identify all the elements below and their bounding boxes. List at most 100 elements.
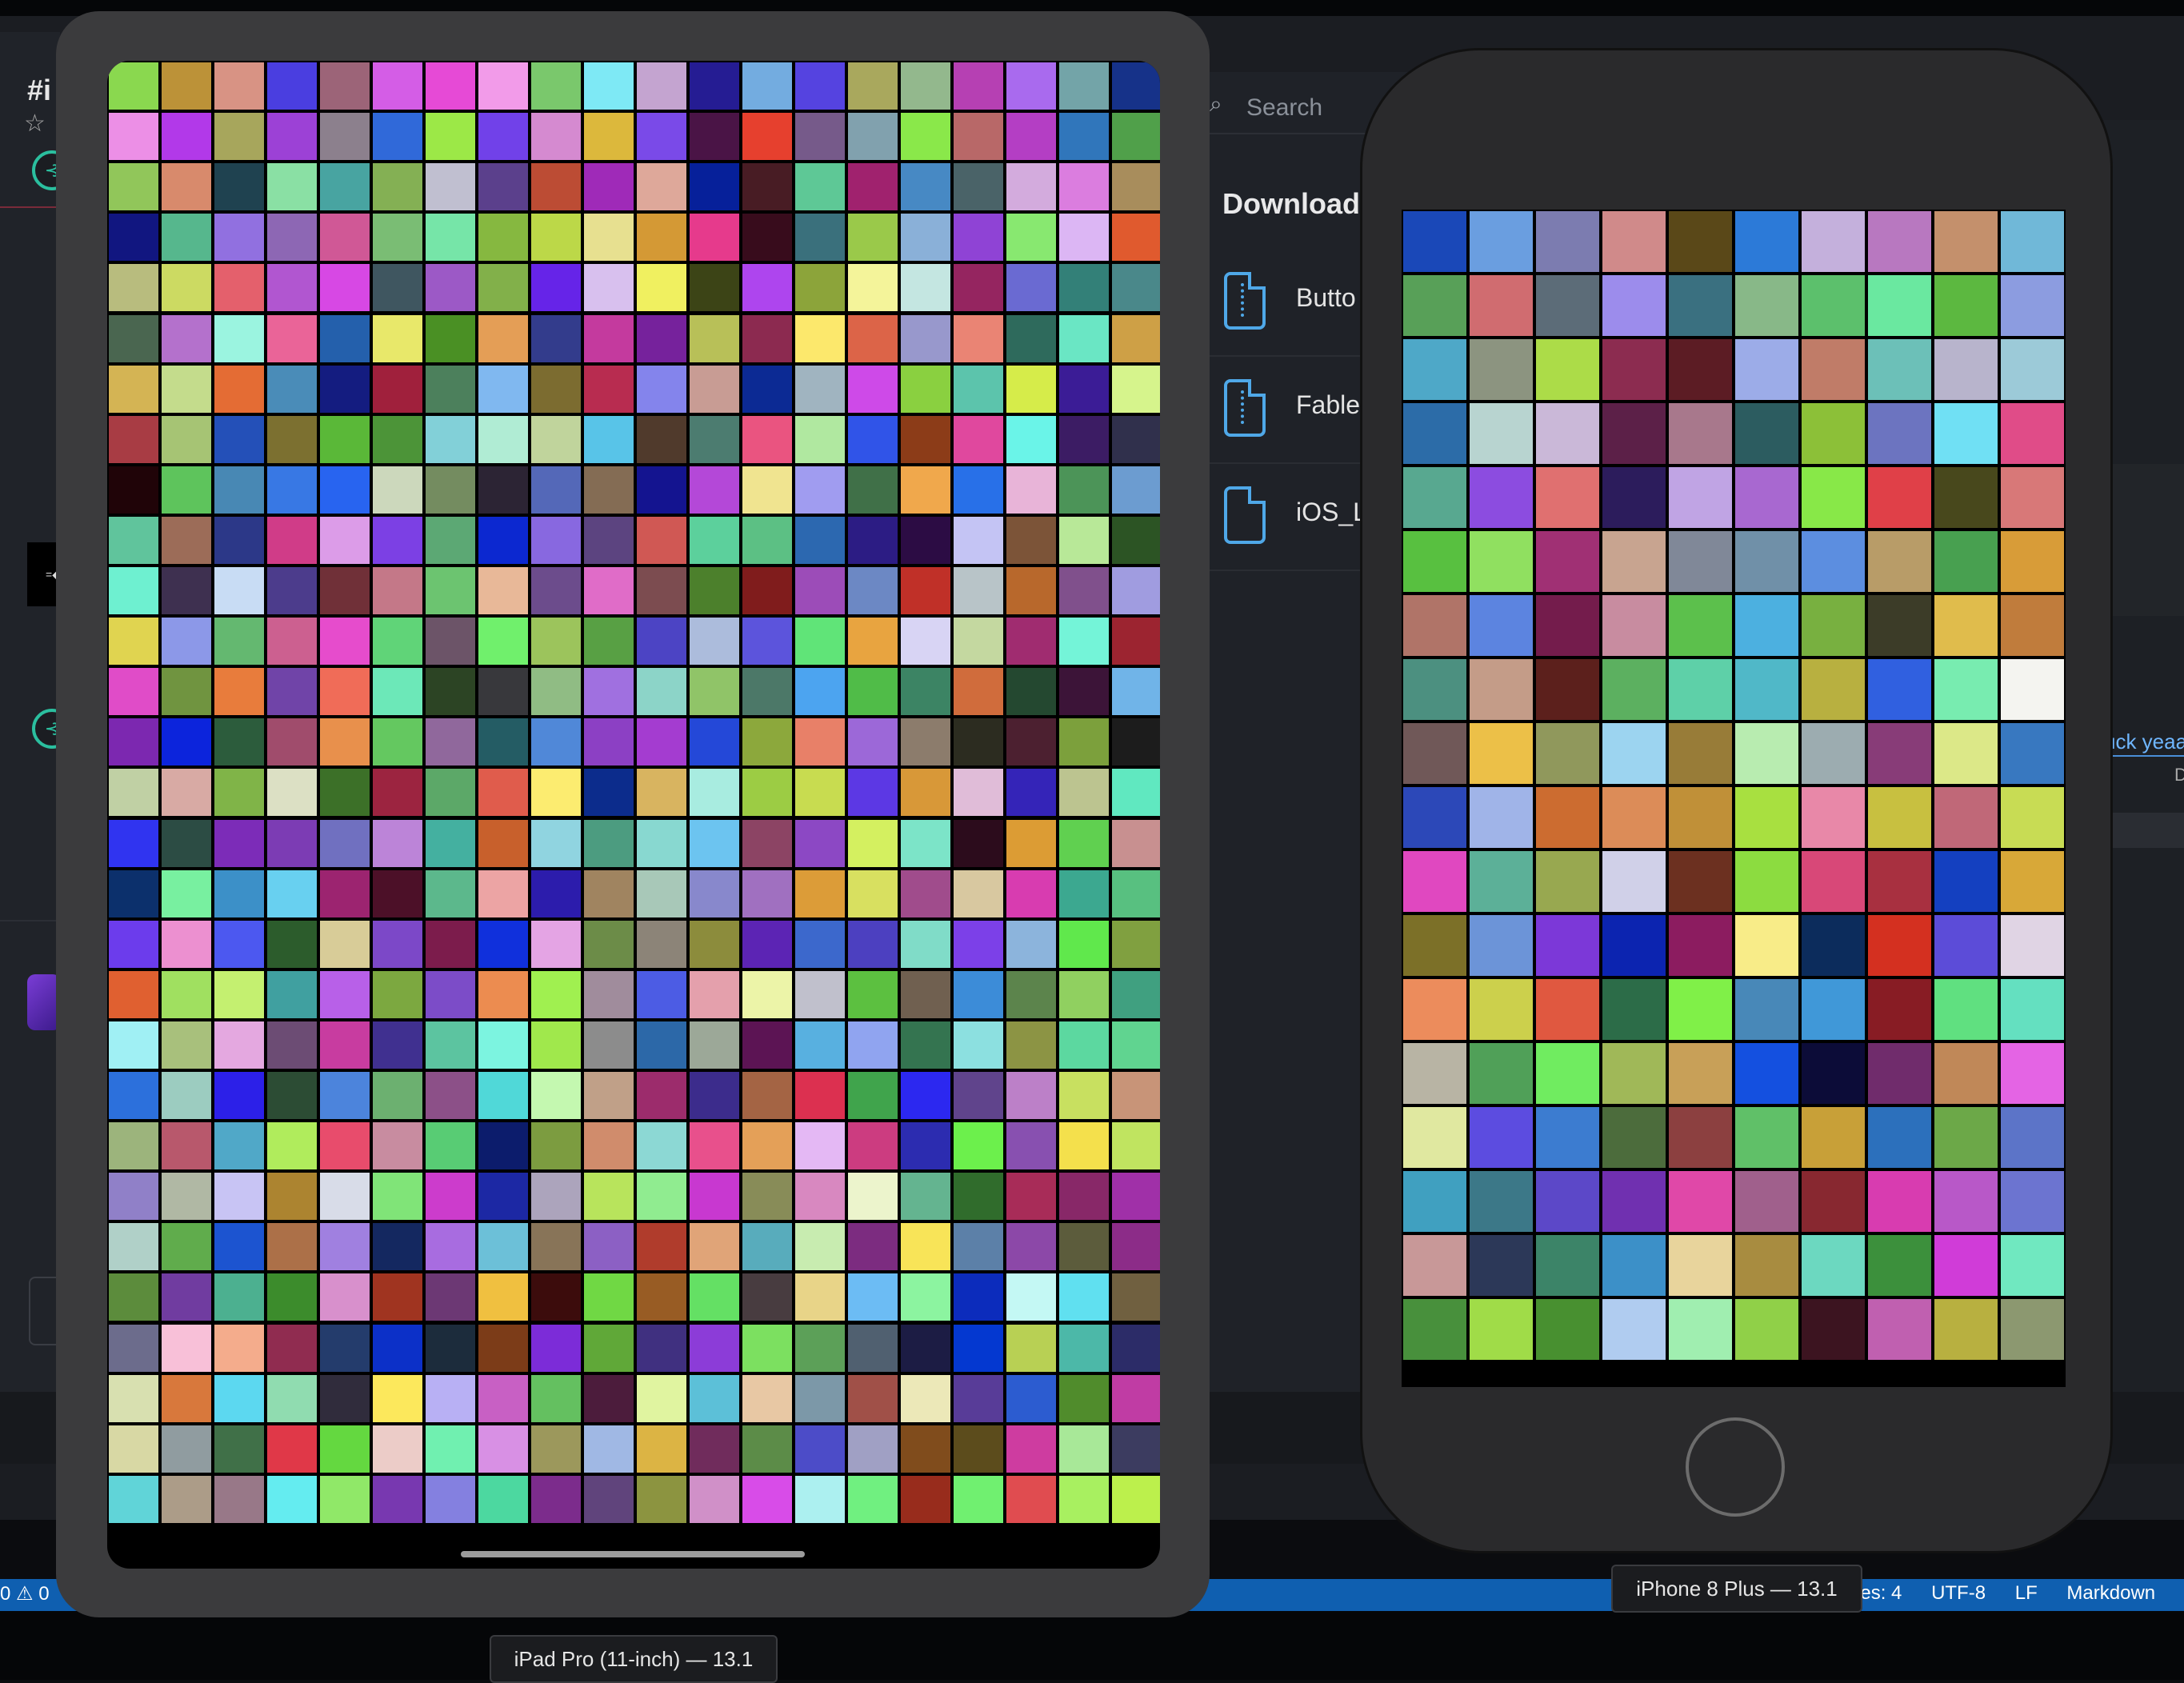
color-cell bbox=[109, 920, 158, 968]
home-indicator[interactable] bbox=[461, 1551, 805, 1557]
color-cell bbox=[848, 62, 898, 110]
color-cell bbox=[1602, 1171, 1666, 1232]
color-cell bbox=[214, 214, 264, 262]
color-cell bbox=[1112, 618, 1160, 666]
channel-title[interactable]: #i bbox=[27, 74, 51, 107]
message-link[interactable]: uck yeaa bbox=[2104, 730, 2184, 754]
color-cell bbox=[584, 1072, 634, 1120]
color-cell bbox=[1112, 466, 1160, 514]
color-cell bbox=[1112, 62, 1160, 110]
color-cell bbox=[954, 1374, 1003, 1422]
color-cell bbox=[1403, 339, 1466, 400]
sidebar-divider bbox=[0, 920, 60, 921]
color-cell bbox=[690, 1475, 739, 1523]
color-cell bbox=[531, 365, 581, 413]
color-cell bbox=[795, 869, 845, 917]
color-cell bbox=[1802, 851, 1865, 912]
color-cell bbox=[373, 214, 422, 262]
color-cell bbox=[742, 365, 792, 413]
color-cell bbox=[901, 314, 950, 362]
color-cell bbox=[1112, 365, 1160, 413]
color-cell bbox=[478, 718, 528, 766]
ipad-screen[interactable] bbox=[107, 61, 1160, 1569]
color-cell bbox=[162, 819, 211, 867]
color-cell bbox=[109, 365, 158, 413]
color-cell bbox=[373, 62, 422, 110]
color-cell bbox=[1536, 275, 1599, 336]
color-cell bbox=[1602, 1043, 1666, 1104]
color-cell bbox=[1536, 1171, 1599, 1232]
right-input-bar[interactable] bbox=[2104, 813, 2184, 848]
color-cell bbox=[1059, 1122, 1109, 1170]
color-cell bbox=[1934, 1043, 1998, 1104]
color-cell bbox=[1536, 1299, 1599, 1360]
color-cell bbox=[2001, 1299, 2064, 1360]
eol-status[interactable]: LF bbox=[2015, 1582, 2038, 1604]
color-cell bbox=[214, 1122, 264, 1170]
color-cell bbox=[690, 365, 739, 413]
color-cell bbox=[214, 264, 264, 312]
status-bar-right: aces: 4 UTF-8 LF Markdown ☺ bbox=[1840, 1582, 2184, 1605]
color-cell bbox=[584, 62, 634, 110]
color-cell bbox=[426, 1072, 475, 1120]
color-cell bbox=[1403, 787, 1466, 848]
color-cell bbox=[1006, 466, 1056, 514]
language-status[interactable]: Markdown bbox=[2066, 1582, 2155, 1604]
color-cell bbox=[954, 567, 1003, 615]
encoding-status[interactable]: UTF-8 bbox=[1931, 1582, 1986, 1604]
iphone-screen[interactable] bbox=[1402, 210, 2066, 1387]
color-cell bbox=[1669, 595, 1732, 656]
home-button[interactable] bbox=[1686, 1417, 1785, 1517]
color-cell bbox=[901, 1273, 950, 1321]
color-cell bbox=[1802, 531, 1865, 592]
color-cell bbox=[373, 516, 422, 564]
color-cell bbox=[1868, 211, 1931, 272]
sidebar-divider bbox=[0, 206, 60, 208]
star-icon[interactable]: ☆ bbox=[24, 112, 48, 136]
color-cell bbox=[1669, 467, 1732, 528]
color-cell bbox=[848, 1425, 898, 1473]
color-cell bbox=[478, 1425, 528, 1473]
color-cell bbox=[690, 1374, 739, 1422]
color-cell bbox=[267, 1273, 317, 1321]
color-cell bbox=[1934, 403, 1998, 464]
color-cell bbox=[690, 1072, 739, 1120]
color-cell bbox=[1602, 1235, 1666, 1296]
color-cell bbox=[742, 1122, 792, 1170]
color-cell bbox=[954, 1072, 1003, 1120]
color-cell bbox=[426, 1122, 475, 1170]
color-cell bbox=[1802, 595, 1865, 656]
color-cell bbox=[426, 1475, 475, 1523]
color-cell bbox=[690, 1021, 739, 1069]
color-cell bbox=[690, 113, 739, 161]
color-cell bbox=[1669, 531, 1732, 592]
color-cell bbox=[1006, 869, 1056, 917]
color-cell bbox=[742, 1223, 792, 1271]
color-cell bbox=[162, 1273, 211, 1321]
color-cell bbox=[795, 1273, 845, 1321]
color-cell bbox=[1059, 314, 1109, 362]
color-cell bbox=[901, 415, 950, 463]
color-cell bbox=[637, 1021, 686, 1069]
color-cell bbox=[1403, 915, 1466, 976]
color-cell bbox=[373, 970, 422, 1018]
color-cell bbox=[373, 769, 422, 817]
color-cell bbox=[690, 718, 739, 766]
color-cell bbox=[1112, 1122, 1160, 1170]
color-cell bbox=[478, 62, 528, 110]
search-input[interactable]: Search bbox=[1246, 94, 1322, 122]
color-cell bbox=[1403, 659, 1466, 720]
color-cell bbox=[1536, 467, 1599, 528]
color-cell bbox=[320, 1122, 370, 1170]
problems-indicator[interactable]: 0 ⚠ 0 bbox=[0, 1582, 50, 1605]
color-cell bbox=[1006, 769, 1056, 817]
color-cell bbox=[690, 567, 739, 615]
color-cell bbox=[637, 769, 686, 817]
color-cell bbox=[320, 264, 370, 312]
color-cell bbox=[214, 113, 264, 161]
color-cell bbox=[1059, 1273, 1109, 1321]
color-cell bbox=[1059, 264, 1109, 312]
color-cell bbox=[954, 264, 1003, 312]
color-cell bbox=[1403, 531, 1466, 592]
color-cell bbox=[531, 819, 581, 867]
